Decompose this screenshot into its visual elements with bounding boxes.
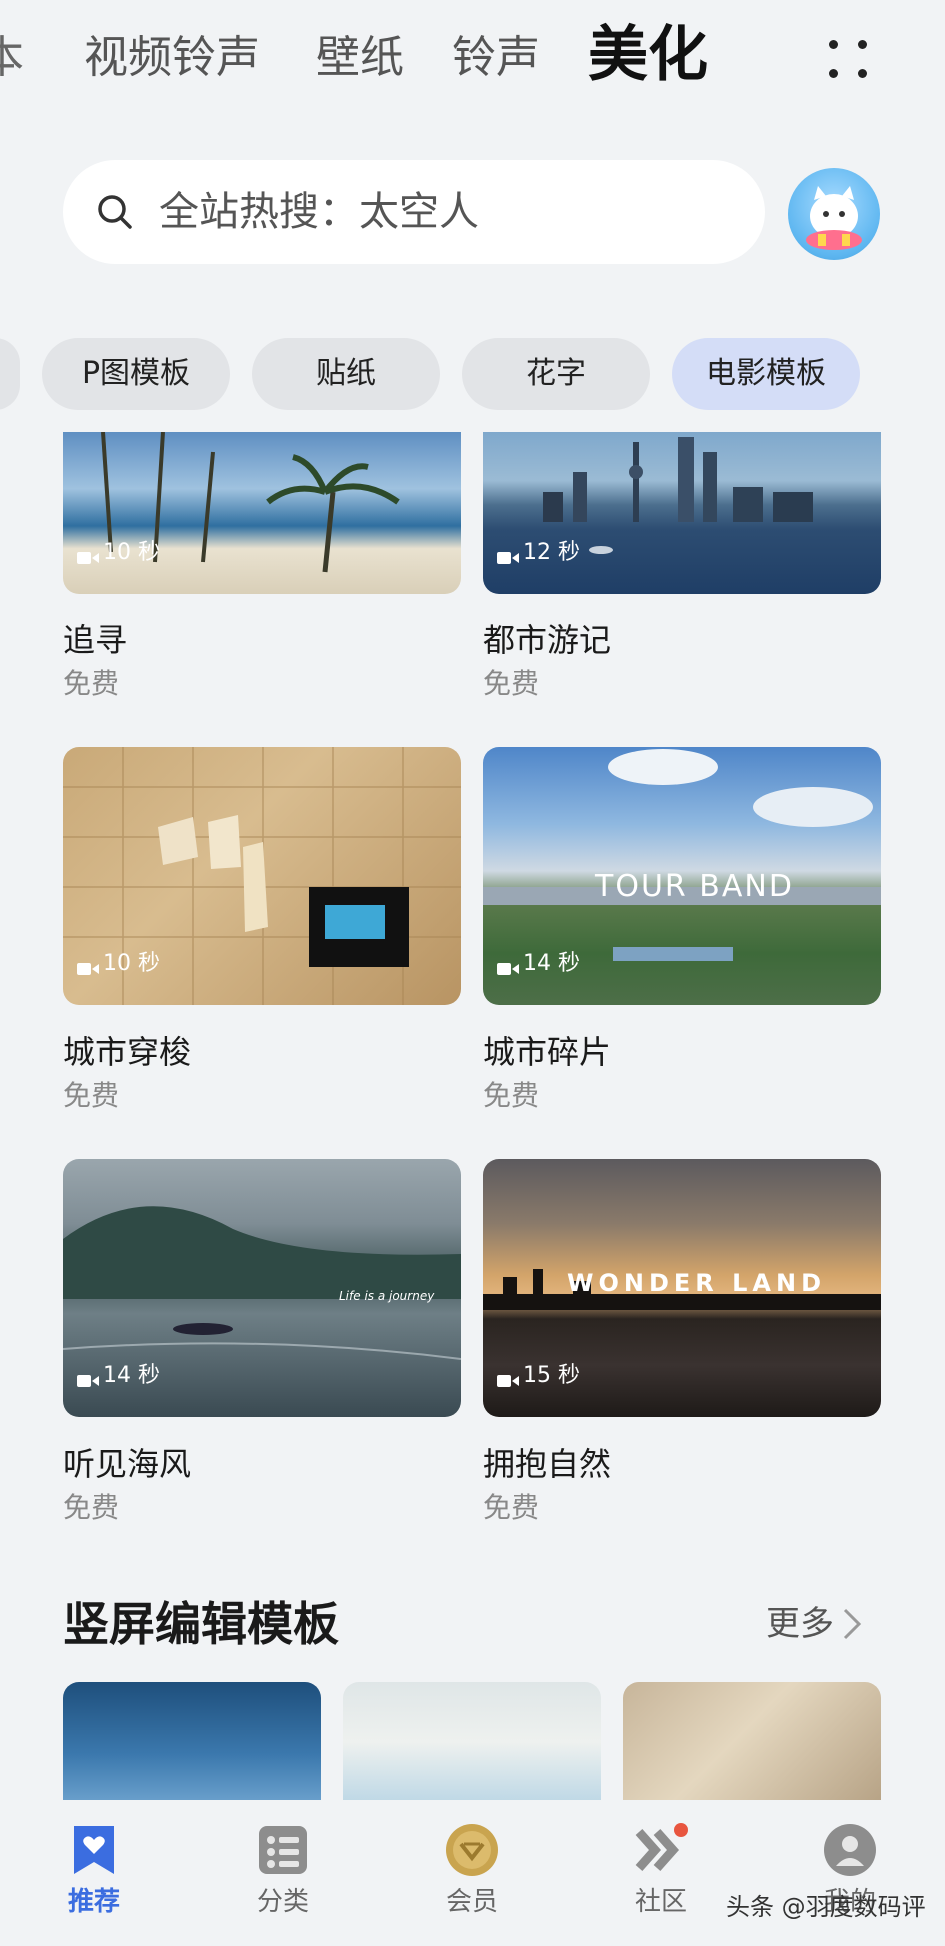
chevron-right-icon	[843, 1608, 862, 1640]
card-image-chengshi-chuansuo[interactable]: 10 秒	[63, 747, 461, 1005]
card-image-chengshi-suipian[interactable]: TOUR BAND 14 秒	[483, 747, 881, 1005]
vertical-template-thumb[interactable]	[623, 1682, 881, 1802]
card-title[interactable]: 都市游记	[483, 620, 611, 660]
card-title[interactable]: 拥抱自然	[483, 1444, 611, 1484]
watermark: 头条 @羽度数码评	[726, 1893, 926, 1921]
search-hot-text: 全站热搜：太空人	[159, 189, 479, 235]
card-price: 免费	[483, 1491, 540, 1524]
bottom-navigation: 推荐 分类 会员 社区 我的	[0, 1800, 945, 1946]
search-icon	[98, 195, 132, 229]
nav-community[interactable]: 社区	[601, 1822, 721, 1918]
more-link[interactable]: 更多	[766, 1600, 862, 1648]
video-camera-icon	[77, 957, 99, 975]
section-title: 竖屏编辑模板	[63, 1597, 339, 1651]
video-camera-icon	[77, 1369, 99, 1387]
video-camera-icon	[77, 546, 99, 564]
vertical-template-thumb[interactable]	[63, 1682, 321, 1802]
card-title[interactable]: 城市碎片	[483, 1032, 611, 1072]
video-camera-icon	[497, 1369, 519, 1387]
duration-label: 14 秒	[497, 951, 580, 977]
card-title[interactable]: 城市穿梭	[63, 1032, 191, 1072]
cat-mascot-icon	[806, 186, 862, 250]
tab-ringtone[interactable]: 铃声	[452, 28, 540, 88]
card-image-dushi-youji[interactable]: 12 秒	[483, 432, 881, 594]
card-price: 免费	[483, 667, 540, 700]
community-chevron-icon	[633, 1822, 689, 1878]
video-camera-icon	[497, 546, 519, 564]
search-bar[interactable]: 全站热搜：太空人	[63, 160, 765, 264]
tab-partial[interactable]: 本	[0, 28, 24, 88]
duration-label: 10 秒	[77, 540, 160, 566]
video-camera-icon	[497, 957, 519, 975]
card-image-zhuixun[interactable]: 10 秒	[63, 432, 461, 594]
chip-partial[interactable]	[0, 338, 20, 410]
nav-recommend[interactable]: 推荐	[34, 1822, 154, 1918]
heart-bookmark-icon	[66, 1822, 122, 1878]
card-price: 免费	[483, 1079, 540, 1112]
tab-wallpaper[interactable]: 壁纸	[316, 28, 404, 88]
chip-fancy-text[interactable]: 花字	[462, 338, 650, 410]
overlay-tour-band: TOUR BAND	[595, 869, 794, 904]
card-title[interactable]: 听见海风	[63, 1444, 191, 1484]
card-price: 免费	[63, 1079, 120, 1112]
duration-label: 15 秒	[497, 1363, 580, 1389]
palm-trees-illustration	[101, 432, 400, 573]
overlay-wonder-land: WONDER LAND	[567, 1269, 826, 1297]
duration-label: 14 秒	[77, 1363, 160, 1389]
nav-category[interactable]: 分类	[223, 1822, 343, 1918]
vip-coin-icon	[444, 1822, 500, 1878]
category-list-icon	[255, 1822, 311, 1878]
card-title[interactable]: 追寻	[63, 620, 127, 660]
card-image-tingjian-haifeng[interactable]: Life is a journey 14 秒	[63, 1159, 461, 1417]
profile-icon	[822, 1822, 878, 1878]
tab-beautify[interactable]: 美化	[588, 20, 708, 90]
vertical-template-thumb[interactable]	[343, 1682, 601, 1802]
card-price: 免费	[63, 1491, 120, 1524]
nav-vip[interactable]: 会员	[412, 1822, 532, 1918]
top-tab-bar: 本 视频铃声 壁纸 铃声 美化	[0, 0, 945, 120]
more-dots-icon[interactable]	[825, 36, 871, 82]
chip-movie-template[interactable]: 电影模板	[672, 338, 860, 410]
tab-video-ringtone[interactable]: 视频铃声	[84, 28, 260, 88]
overlay-life-journey: Life is a journey	[339, 1289, 435, 1303]
chip-sticker[interactable]: 贴纸	[252, 338, 440, 410]
chip-p-template[interactable]: P图模板	[42, 338, 230, 410]
card-image-yongbao-ziran[interactable]: WONDER LAND 15 秒	[483, 1159, 881, 1417]
card-price: 免费	[63, 667, 120, 700]
duration-label: 10 秒	[77, 951, 160, 977]
skyline-illustration	[543, 437, 813, 554]
avatar[interactable]	[788, 168, 880, 260]
duration-label: 12 秒	[497, 540, 580, 566]
